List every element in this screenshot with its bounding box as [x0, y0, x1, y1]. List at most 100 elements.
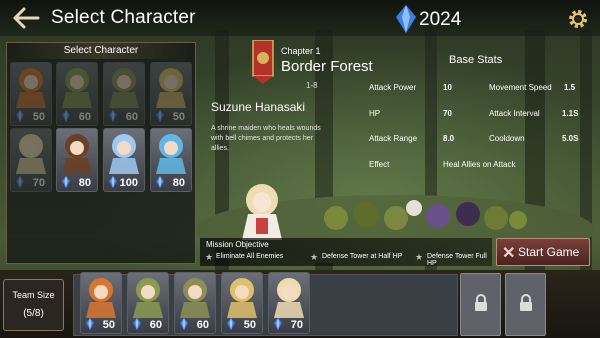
cost-value: 60 [149, 319, 162, 331]
character-portrait [156, 68, 186, 108]
gem-icon [227, 318, 235, 330]
cost-value: 50 [172, 111, 185, 123]
roster-card[interactable]: 100 [103, 128, 145, 192]
character-portrait [62, 134, 92, 174]
cost-row: 50 [11, 109, 51, 123]
character-portrait [109, 68, 139, 108]
cost-row: 60 [57, 109, 97, 123]
character-portrait [274, 278, 304, 318]
roster-card[interactable]: 50 [150, 62, 192, 126]
roster-card[interactable]: 50 [10, 62, 52, 126]
close-x-icon: ✕ [502, 245, 516, 262]
start-game-button[interactable]: ✕ Start Game [496, 238, 590, 266]
gem-icon [62, 110, 70, 122]
locked-slot [460, 273, 501, 336]
cost-value: 60 [78, 111, 91, 123]
character-portrait [227, 278, 257, 318]
gem-icon [180, 318, 188, 330]
objective-2: Defense Tower at Half HP [322, 253, 403, 260]
mission-title: Mission Objective [206, 240, 269, 249]
star-icon: ★ [205, 252, 214, 262]
character-portrait [133, 278, 163, 318]
character-name: Suzune Hanasaki [211, 100, 306, 114]
character-description: A shrine maiden who heals wounds with be… [211, 125, 321, 152]
gem-icon [86, 318, 94, 330]
stat-effect-label: Effect [369, 160, 390, 169]
selected-character-sprite [242, 184, 282, 240]
character-portrait [16, 68, 46, 108]
cost-value: 50 [243, 319, 256, 331]
cost-row: 50 [81, 317, 121, 331]
gem-icon [16, 110, 24, 122]
team-size-box: Team Size (5/8) [3, 279, 64, 331]
team-member-card[interactable]: 60 [127, 272, 169, 334]
cost-value: 70 [290, 319, 303, 331]
gem-icon [133, 318, 141, 330]
cost-value: 50 [102, 319, 115, 331]
roster-card[interactable]: 80 [150, 128, 192, 192]
star-icon: ★ [415, 252, 424, 262]
cost-value: 80 [172, 177, 185, 189]
character-portrait [156, 134, 186, 174]
chapter-label: Chapter 1 [281, 46, 321, 56]
team-member-card[interactable]: 50 [80, 272, 122, 334]
cost-value: 60 [196, 319, 209, 331]
stat-movement-speed-value: 1.5 [564, 83, 576, 92]
cost-value: 60 [125, 111, 138, 123]
cost-value: 50 [32, 111, 45, 123]
mission-objective-bar: Mission Objective ★ Eliminate All Enemie… [200, 238, 492, 267]
crystal-icon [396, 5, 416, 33]
cost-value: 70 [32, 177, 45, 189]
stat-attack-power-value: 10 [443, 83, 452, 92]
gem-icon [109, 176, 117, 188]
locked-slot [505, 273, 546, 336]
team-member-card[interactable]: 60 [174, 272, 216, 334]
cost-row: 100 [104, 175, 144, 189]
team-size-count: (5/8) [23, 308, 44, 319]
back-arrow-icon[interactable] [12, 6, 40, 30]
chapter-name: Border Forest [281, 58, 373, 75]
cost-value: 80 [78, 177, 91, 189]
cost-row: 60 [175, 317, 215, 331]
enemy-group [324, 200, 527, 230]
gem-icon [156, 176, 164, 188]
gear-icon[interactable] [567, 8, 589, 30]
stat-cooldown-label: Cooldown [489, 134, 525, 143]
stage-number: 1-8 [306, 81, 318, 90]
currency-amount: 2024 [419, 9, 462, 30]
stat-hp-value: 70 [443, 109, 452, 118]
cost-row: 50 [151, 109, 191, 123]
roster-card[interactable]: 60 [103, 62, 145, 126]
start-game-label: Start Game [518, 245, 580, 259]
character-portrait [109, 134, 139, 174]
gem-icon [109, 110, 117, 122]
stat-attack-interval-value: 1.1S [562, 109, 579, 118]
cost-row: 80 [57, 175, 97, 189]
character-portrait [180, 278, 210, 318]
gem-icon [156, 110, 164, 122]
stat-effect-value: Heal Allies on Attack [443, 160, 516, 169]
character-portrait [86, 278, 116, 318]
roster-card[interactable]: 60 [56, 62, 98, 126]
roster-card[interactable]: 70 [10, 128, 52, 192]
chapter-banner-icon [252, 40, 274, 84]
team-member-card[interactable]: 70 [268, 272, 310, 334]
gem-icon [16, 176, 24, 188]
stat-attack-interval-label: Attack Interval [489, 109, 540, 118]
lock-icon [520, 294, 532, 311]
stat-attack-power-label: Attack Power [369, 83, 417, 92]
cost-row: 70 [11, 175, 51, 189]
stat-attack-range-label: Attack Range [369, 134, 418, 143]
character-portrait [16, 134, 46, 174]
stat-movement-speed-label: Movement Speed [489, 83, 552, 92]
roster-card[interactable]: 80 [56, 128, 98, 192]
objective-3: Defense Tower Full HP [427, 253, 487, 267]
page-title: Select Character [51, 7, 196, 28]
gem-icon [274, 318, 282, 330]
cost-row: 60 [128, 317, 168, 331]
base-stats-title: Base Stats [449, 54, 503, 66]
objective-1: Eliminate All Enemies [216, 253, 284, 260]
team-size-label: Team Size [12, 290, 55, 300]
team-member-card[interactable]: 50 [221, 272, 263, 334]
cost-row: 60 [104, 109, 144, 123]
